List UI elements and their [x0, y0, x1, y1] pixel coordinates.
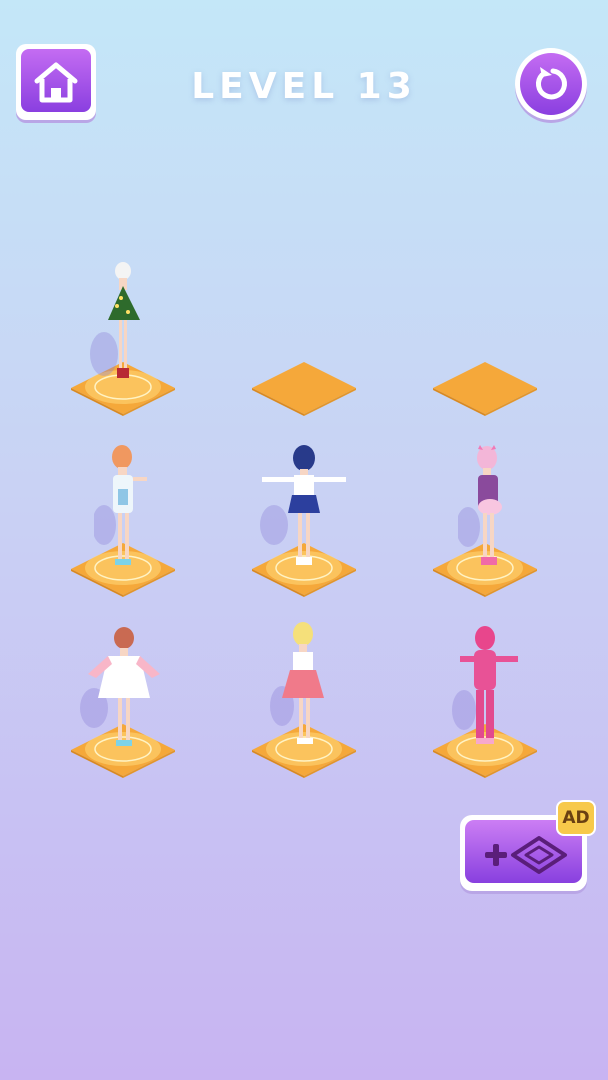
grid-slot-empty[interactable]	[433, 362, 537, 416]
character-sailor-uniform-girl[interactable]	[256, 445, 352, 573]
game-board	[0, 0, 608, 1080]
plus-icon	[485, 844, 507, 866]
character-blonde-pink-skirt-girl[interactable]	[270, 620, 336, 754]
diamond-tile-icon	[511, 836, 567, 874]
ad-badge: AD	[556, 800, 596, 836]
character-pink-tracksuit-girl[interactable]	[452, 626, 528, 754]
character-pink-cat-ear-girl[interactable]	[458, 445, 518, 573]
character-white-pink-dress-girl[interactable]	[78, 626, 170, 754]
character-orange-hair-white-dress-girl[interactable]	[94, 445, 154, 573]
character-green-floral-dress-girl[interactable]	[90, 262, 156, 390]
grid-slot-empty[interactable]	[252, 362, 356, 416]
